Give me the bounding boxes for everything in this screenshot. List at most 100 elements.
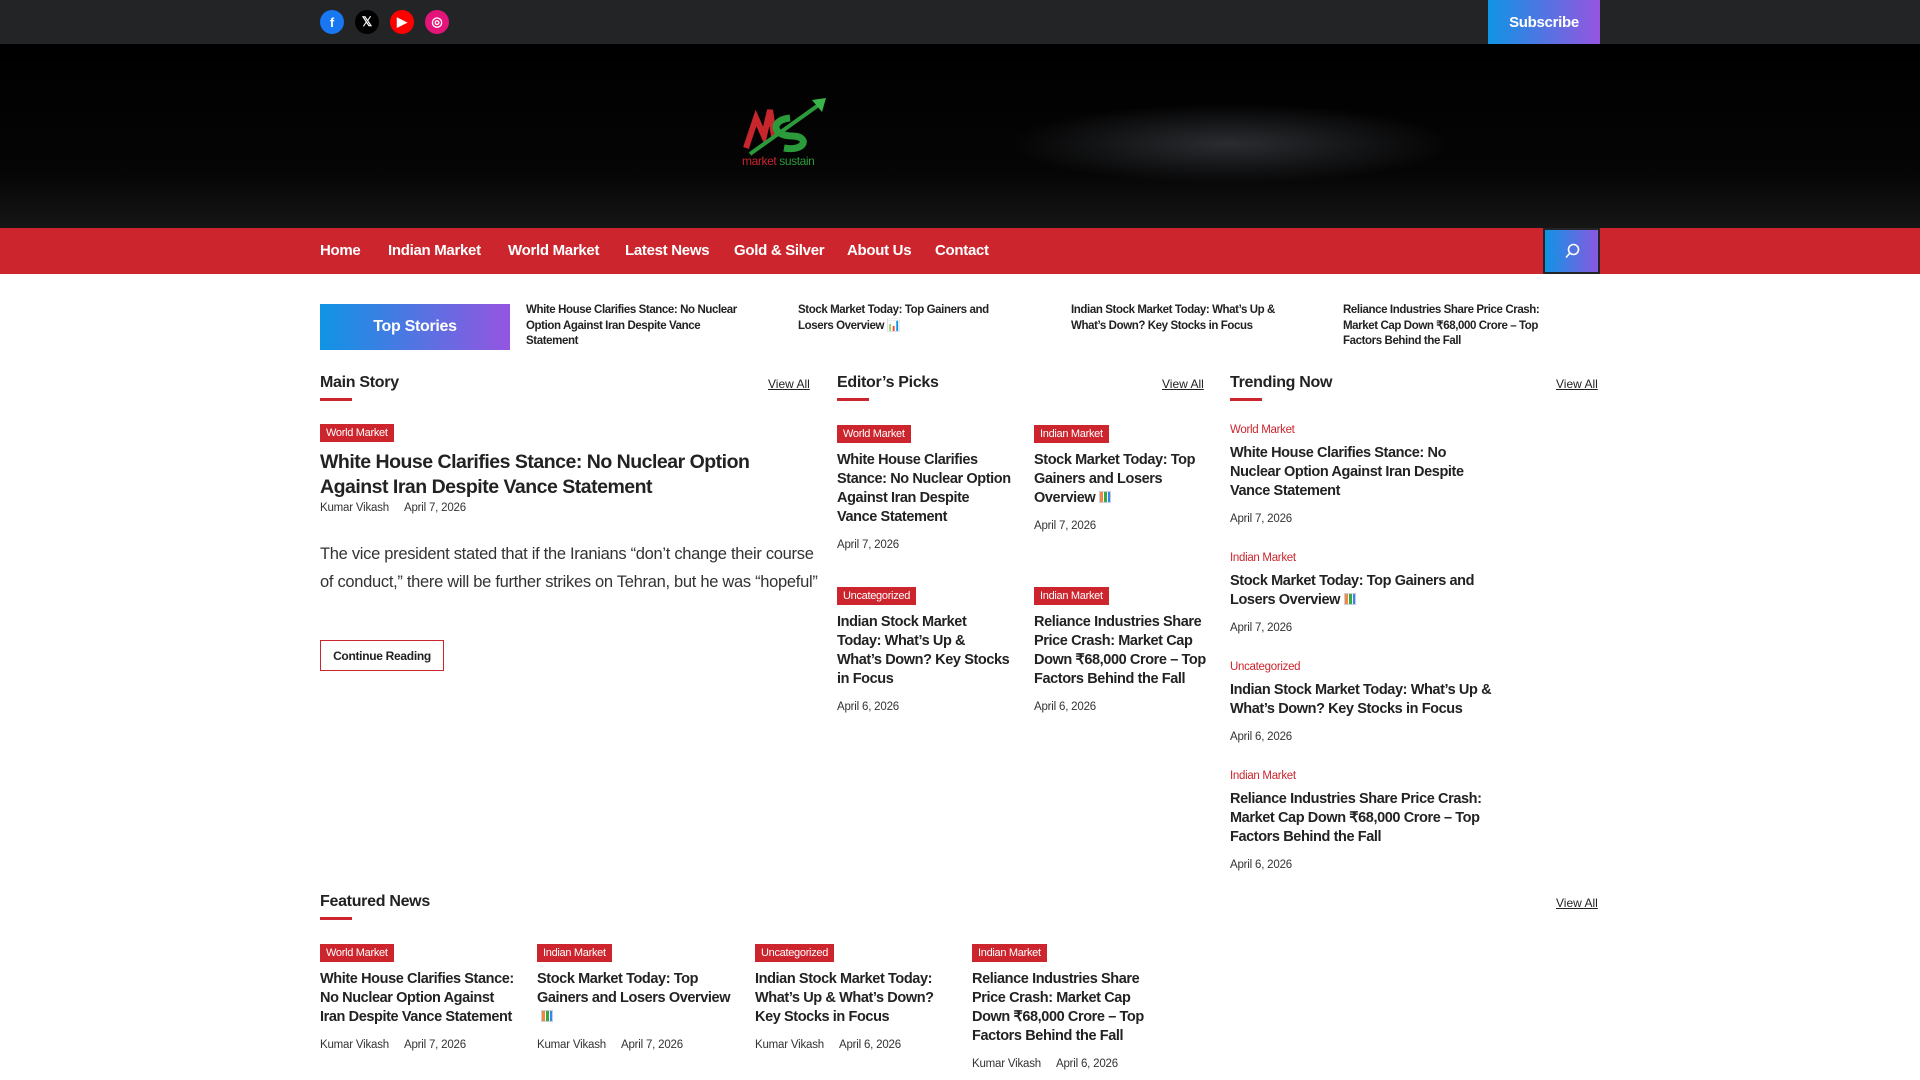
article-card: Uncategorized Indian Stock Market Today: … [837,586,1012,713]
editors-picks-heading: Editor’s Picks [837,374,939,401]
article-title[interactable]: Reliance Industries Share Price Crash: M… [1230,790,1495,847]
article-title[interactable]: White House Clarifies Stance: No Nuclear… [1230,444,1495,501]
bar-chart-emoji-icon [1099,491,1112,503]
article-title[interactable]: Reliance Industries Share Price Crash: M… [1034,613,1209,689]
article-title-text: Indian Stock Market Today: What’s Up & W… [1230,682,1492,717]
category-badge[interactable]: Indian Market [1034,587,1109,605]
category-badge[interactable]: World Market [320,944,394,962]
date: April 7, 2026 [403,1039,466,1051]
article-card: Indian Market Reliance Industries Share P… [972,943,1167,1070]
search-icon [1564,243,1579,259]
site-header [0,44,1920,228]
category-badge[interactable]: Indian Market [1034,425,1109,443]
article-title[interactable]: Indian Stock Market Today: What’s Up & W… [755,970,950,1027]
author[interactable]: Kumar Vikash [972,1058,1041,1070]
category-badge[interactable]: Uncategorized [755,944,835,962]
bar-chart-emoji-icon [1344,593,1357,605]
article-title-text: Reliance Industries Share Price Crash: M… [1230,791,1482,845]
editors-picks-view-all[interactable]: View All [1162,377,1204,391]
article-card: World Market White House Clarifies Stance… [320,943,515,1051]
featured-heading: Featured News [320,893,430,920]
article-card: Indian Market Stock Market Today: Top Gai… [537,943,732,1051]
continue-reading-button[interactable]: Continue Reading [320,640,444,671]
top-bar [0,0,1920,44]
category-badge[interactable]: World Market [1230,424,1295,436]
article-title-text: Indian Stock Market Today: What’s Up & W… [755,971,934,1025]
nav-item-indian-market[interactable]: Indian Market [388,228,481,274]
subscribe-button[interactable]: Subscribe [1488,0,1600,44]
author[interactable]: Kumar Vikash [320,502,389,514]
date: April 7, 2026 [403,502,466,514]
date: April 6, 2026 [837,701,899,713]
article-card: Uncategorized Indian Stock Market Today: … [755,943,950,1051]
category-badge[interactable]: Indian Market [1230,770,1296,782]
logo-mark-icon [743,98,826,156]
facebook-icon[interactable]: f [320,10,344,34]
date: April 6, 2026 [1230,859,1292,871]
article-title-text: White House Clarifies Stance: No Nuclear… [1230,445,1464,499]
category-badge[interactable]: Uncategorized [1230,661,1301,673]
site-logo[interactable]: market sustain [740,96,834,168]
youtube-icon[interactable]: ▶ [390,10,414,34]
article-meta: April 7, 2026 [837,539,1012,551]
main-story-title[interactable]: White House Clarifies Stance: No Nuclear… [320,450,810,500]
article-title-text: Reliance Industries Share Price Crash: M… [972,971,1144,1044]
article-title[interactable]: Indian Stock Market Today: What’s Up & W… [1230,681,1495,719]
nav-item-about-us[interactable]: About Us [847,228,912,274]
author[interactable]: Kumar Vikash [537,1039,606,1051]
top-story-link[interactable]: Stock Market Today: Top Gainers and Lose… [798,303,1013,334]
category-badge[interactable]: World Market [320,424,394,442]
category-badge[interactable]: Indian Market [537,944,612,962]
bar-chart-emoji-icon [541,1010,553,1022]
main-story-heading: Main Story [320,374,399,401]
nav-item-contact[interactable]: Contact [935,228,989,274]
x-icon[interactable]: 𝕏 [355,10,379,34]
category-badge[interactable]: Indian Market [972,944,1047,962]
article-meta: April 6, 2026 [1230,731,1495,743]
trending-view-all[interactable]: View All [1556,377,1598,391]
article-title-text: Stock Market Today: Top Gainers and Lose… [537,971,731,1006]
top-stories-label: Top Stories [320,304,510,350]
date: April 7, 2026 [620,1039,683,1051]
author[interactable]: Kumar Vikash [320,1039,389,1051]
article-title[interactable]: White House Clarifies Stance: No Nuclear… [320,970,515,1027]
date: April 7, 2026 [1034,520,1096,532]
category-badge[interactable]: World Market [837,425,911,443]
trending-heading: Trending Now [1230,374,1332,401]
nav-item-home[interactable]: Home [320,228,361,274]
article-title[interactable]: Stock Market Today: Top Gainers and Lose… [1230,572,1495,610]
article-meta: Kumar Vikash April 7, 2026 [320,1039,515,1051]
featured-view-all[interactable]: View All [1556,896,1598,910]
article-meta: April 6, 2026 [837,701,1012,713]
article-title-text: Indian Stock Market Today: What’s Up & W… [837,614,1010,687]
article-title-text: White House Clarifies Stance: No Nuclear… [837,452,1011,525]
article-card: Uncategorized Indian Stock Market Today: … [1230,657,1495,743]
article-title[interactable]: Indian Stock Market Today: What’s Up & W… [837,613,1012,689]
search-button[interactable] [1543,228,1600,274]
article-title[interactable]: White House Clarifies Stance: No Nuclear… [837,451,1012,527]
instagram-icon[interactable]: ◎ [425,10,449,34]
date: April 6, 2026 [1034,701,1096,713]
nav-item-latest-news[interactable]: Latest News [625,228,710,274]
article-title[interactable]: Reliance Industries Share Price Crash: M… [972,970,1167,1046]
date: April 7, 2026 [837,539,899,551]
category-badge[interactable]: Indian Market [1230,552,1296,564]
article-title[interactable]: Stock Market Today: Top Gainers and Lose… [537,970,732,1027]
article-title[interactable]: Stock Market Today: Top Gainers and Lose… [1034,451,1209,508]
article-title-text: White House Clarifies Stance: No Nuclear… [320,971,514,1025]
article-card: Indian Market Reliance Industries Share P… [1230,766,1495,871]
main-story-view-all[interactable]: View All [768,377,810,391]
author[interactable]: Kumar Vikash [755,1039,824,1051]
article-card: Indian Market Stock Market Today: Top Gai… [1034,424,1209,532]
category-badge[interactable]: Uncategorized [837,587,917,605]
top-story-link[interactable]: Indian Stock Market Today: What’s Up & W… [1071,303,1286,334]
date: April 6, 2026 [1230,731,1292,743]
article-title-text: Reliance Industries Share Price Crash: M… [1034,614,1206,687]
article-card: Indian Market Stock Market Today: Top Gai… [1230,548,1495,634]
top-story-link[interactable]: Reliance Industries Share Price Crash: M… [1343,303,1558,350]
date: April 6, 2026 [838,1039,901,1051]
nav-item-gold-silver[interactable]: Gold & Silver [734,228,825,274]
nav-item-world-market[interactable]: World Market [508,228,599,274]
top-story-link[interactable]: White House Clarifies Stance: No Nuclear… [526,303,741,350]
article-meta: April 7, 2026 [1230,622,1495,634]
